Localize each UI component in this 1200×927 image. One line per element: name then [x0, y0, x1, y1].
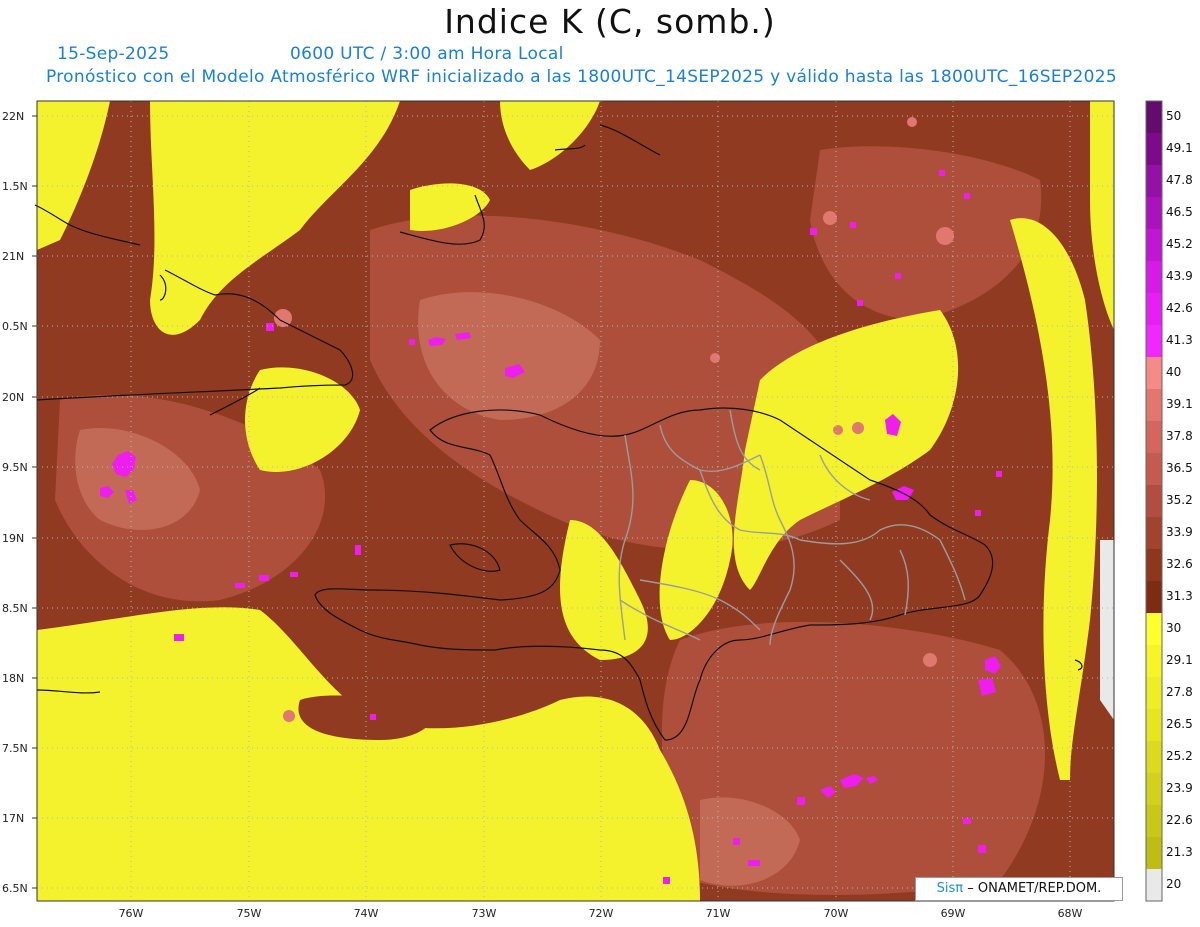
longitude-labels: 76W 75W 74W 73W 72W 71W 70W 69W 68W — [119, 907, 1083, 920]
lon-label: 76W — [119, 907, 144, 920]
lat-label: 18N — [2, 672, 24, 685]
colorbar-label: 36.5 — [1166, 461, 1193, 475]
lat-label: 19N — [2, 532, 24, 545]
colorbar-swatch — [1146, 453, 1162, 486]
colorbar-swatch — [1146, 741, 1162, 774]
lon-label: 73W — [472, 907, 497, 920]
colorbar-label: 41.3 — [1166, 333, 1193, 347]
lon-label: 68W — [1058, 907, 1083, 920]
colorbar-swatch — [1146, 101, 1162, 134]
colorbar-swatch — [1146, 677, 1162, 710]
colorbar-swatch — [1146, 773, 1162, 806]
colorbar-swatch — [1146, 421, 1162, 454]
colorbar-swatch — [1146, 837, 1162, 870]
colorbar-swatch — [1146, 485, 1162, 518]
colorbar-label: 26.5 — [1166, 717, 1193, 731]
colorbar-swatch — [1146, 517, 1162, 550]
colorbar-label: 22.6 — [1166, 813, 1193, 827]
colorbar-swatch — [1146, 229, 1162, 262]
colorbar-label: 25.2 — [1166, 749, 1193, 763]
lon-label: 74W — [354, 907, 379, 920]
colorbar-label: 40 — [1166, 365, 1181, 379]
latitude-labels: 22N 1.5N 21N 0.5N 20N 9.5N 19N 8.5N 18N … — [2, 110, 28, 895]
lat-label: 22N — [2, 110, 24, 123]
colorbar-label: 35.2 — [1166, 493, 1193, 507]
lat-label: 8.5N — [2, 602, 28, 615]
colorbar-swatch — [1146, 549, 1162, 582]
colorbar-swatch — [1146, 165, 1162, 198]
colorbar-swatch — [1146, 133, 1162, 166]
colorbar-label: 23.9 — [1166, 781, 1193, 795]
colorbar-label: 43.9 — [1166, 269, 1193, 283]
colorbar-swatch — [1146, 293, 1162, 326]
map-plot-area — [34, 101, 1114, 901]
onamet-logo: Sisπ – ONAMET/REP.DOM. — [915, 877, 1123, 901]
onamet-credit: – ONAMET/REP.DOM. — [967, 881, 1102, 896]
k-index-map: 22N 1.5N 21N 0.5N 20N 9.5N 19N 8.5N 18N … — [2, 100, 1193, 920]
colorbar-swatch — [1146, 645, 1162, 678]
lat-label: 21N — [2, 250, 24, 263]
lon-label: 70W — [824, 907, 849, 920]
colorbar-label: 37.8 — [1166, 429, 1193, 443]
colorbar-label: 29.1 — [1166, 653, 1193, 667]
colorbar-swatch — [1146, 869, 1162, 902]
colorbar-swatch — [1146, 805, 1162, 838]
colorbar-label: 21.3 — [1166, 845, 1193, 859]
colorbar-label: 20 — [1166, 877, 1181, 891]
lat-label: 9.5N — [2, 461, 28, 474]
colorbar-label: 31.3 — [1166, 589, 1193, 603]
lat-label: 1.5N — [2, 180, 28, 193]
colorbar-swatch — [1146, 325, 1162, 358]
colorbar-label: 46.5 — [1166, 205, 1193, 219]
colorbar-label: 30 — [1166, 621, 1181, 635]
colorbar-swatch — [1146, 261, 1162, 294]
sispi-brand: Sisπ — [936, 881, 964, 896]
lat-label: 6.5N — [2, 882, 28, 895]
lon-label: 71W — [706, 907, 731, 920]
lon-label: 72W — [589, 907, 614, 920]
colorbar-label: 27.8 — [1166, 685, 1193, 699]
colorbar-label: 47.8 — [1166, 173, 1193, 187]
colorbar-label: 45.2 — [1166, 237, 1193, 251]
colorbar-label: 49.1 — [1166, 141, 1193, 155]
colorbar-swatch — [1146, 357, 1162, 390]
colorbar-label: 50 — [1166, 109, 1181, 123]
colorbar-label: 33.9 — [1166, 525, 1193, 539]
lon-label: 69W — [941, 907, 966, 920]
colorbar-swatch — [1146, 581, 1162, 614]
lat-label: 0.5N — [2, 320, 28, 333]
lat-label: 20N — [2, 391, 24, 404]
colorbar-swatch — [1146, 389, 1162, 422]
lon-label: 75W — [237, 907, 262, 920]
lat-label: 7.5N — [2, 742, 28, 755]
lat-label: 17N — [2, 812, 24, 825]
colorbar: 50 49.1 47.8 46.5 45.2 43.9 42.6 41.3 40 39.1 37.8… — [1145, 100, 1193, 902]
colorbar-label: 39.1 — [1166, 397, 1193, 411]
lat-tick-marks — [32, 115, 37, 889]
colorbar-label: 32.6 — [1166, 557, 1193, 571]
colorbar-swatch — [1146, 709, 1162, 742]
colorbar-label: 42.6 — [1166, 301, 1193, 315]
colorbar-swatch — [1146, 197, 1162, 230]
colorbar-swatch — [1146, 613, 1162, 646]
